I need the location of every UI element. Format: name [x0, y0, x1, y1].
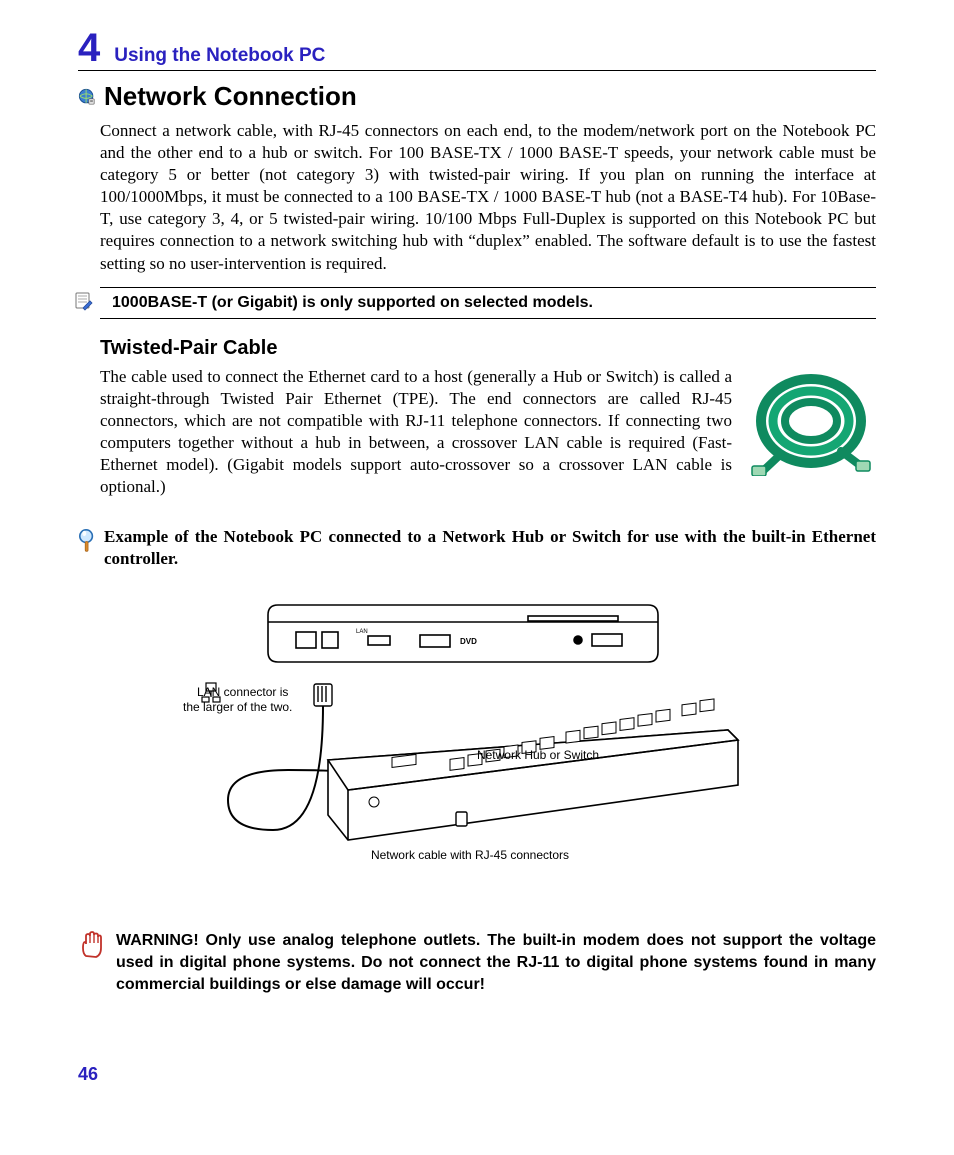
warning-callout: WARNING! Only use analog telephone outle… — [78, 930, 876, 995]
subsection-title: Twisted-Pair Cable — [100, 337, 876, 360]
chapter-title: Using the Notebook PC — [114, 45, 325, 67]
diagram-lan-label-text: LAN connector is the larger of the two. — [183, 685, 292, 713]
document-page: 4 Using the Notebook PC Network Connecti… — [0, 0, 954, 1155]
warning-text: WARNING! Only use analog telephone outle… — [116, 930, 876, 995]
svg-text:LAN: LAN — [356, 629, 368, 635]
note-callout: 1000BASE-T (or Gigabit) is only supporte… — [100, 287, 876, 319]
chapter-header: 4 Using the Notebook PC — [78, 28, 876, 71]
example-text: Example of the Notebook PC connected to … — [104, 526, 876, 570]
section-body: Connect a network cable, with RJ-45 conn… — [100, 120, 876, 275]
svg-text:DVD: DVD — [460, 637, 477, 646]
note-text: 1000BASE-T (or Gigabit) is only supporte… — [112, 294, 593, 311]
diagram-cable-label: Network cable with RJ-45 connectors — [340, 848, 600, 862]
note-pencil-icon — [74, 292, 94, 312]
chapter-number: 4 — [78, 28, 100, 68]
warning-hand-icon — [78, 930, 106, 965]
section-header: Network Connection — [78, 81, 876, 112]
magnifier-icon — [78, 528, 96, 558]
section-title: Network Connection — [104, 81, 357, 112]
diagram-lan-label: LAN connector is the larger of the two. — [183, 685, 293, 714]
subsection-body: The cable used to connect the Ethernet c… — [100, 366, 732, 499]
ethernet-cable-image — [746, 366, 876, 476]
globe-connect-icon — [78, 88, 96, 106]
diagram-hub-label: Network Hub or Switch — [458, 748, 618, 762]
page-number: 46 — [78, 1064, 98, 1085]
connection-diagram: LAN DVD — [78, 590, 876, 890]
subsection-row: The cable used to connect the Ethernet c… — [100, 366, 876, 499]
example-callout: Example of the Notebook PC connected to … — [78, 526, 876, 570]
